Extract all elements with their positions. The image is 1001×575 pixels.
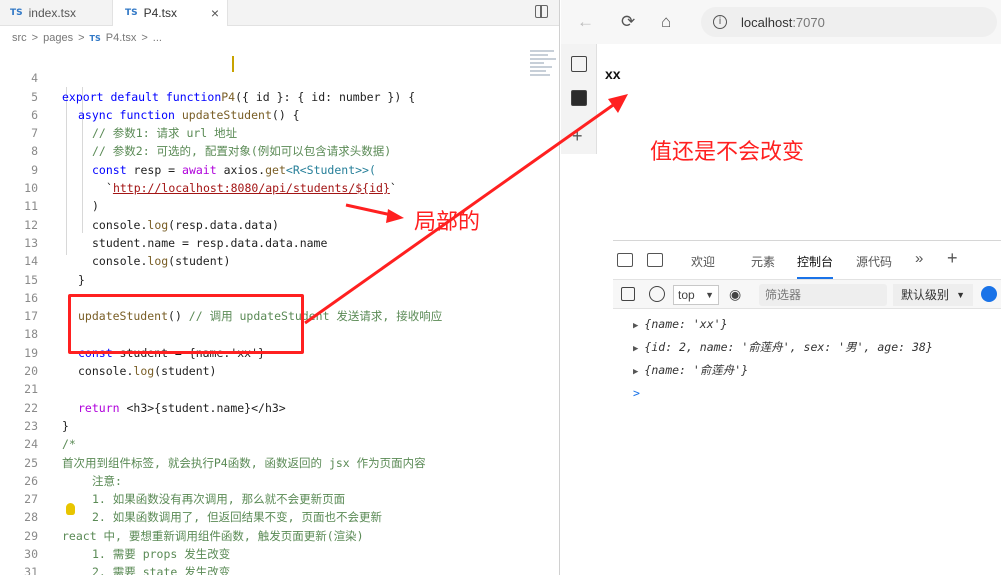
clear-console-icon[interactable] bbox=[649, 286, 665, 302]
filter-input[interactable]: 筛选器 bbox=[759, 284, 887, 306]
tab-sources[interactable]: 源代码 bbox=[856, 253, 892, 270]
typescript-icon: TS bbox=[10, 8, 23, 18]
tab-elements[interactable]: 元素 bbox=[751, 253, 775, 270]
close-icon[interactable]: × bbox=[211, 5, 219, 21]
code-line: 16 updateStudent() // 调用 updateStudent 发… bbox=[0, 271, 556, 323]
tab-label: P4.tsx bbox=[143, 6, 177, 20]
back-arrow-icon[interactable]: ← bbox=[577, 12, 594, 32]
chevron-down-icon: ▼ bbox=[956, 290, 965, 300]
tab-index-tsx[interactable]: TS index.tsx bbox=[10, 0, 110, 26]
device-toolbar-icon[interactable] bbox=[617, 253, 633, 267]
expand-triangle-icon: ▶ bbox=[633, 367, 639, 377]
expand-triangle-icon: ▶ bbox=[633, 344, 639, 354]
annotation-local: 局部的 bbox=[414, 210, 481, 235]
code-line: 15 bbox=[0, 252, 556, 287]
sidebar-toggle-icon[interactable] bbox=[621, 287, 635, 301]
inspect-icon[interactable] bbox=[647, 253, 663, 267]
console-prompt[interactable]: > bbox=[633, 382, 933, 405]
chevron-right-icon: > bbox=[78, 32, 85, 44]
tab-welcome[interactable]: 欢迎 bbox=[691, 253, 715, 270]
breadcrumb-item[interactable]: ... bbox=[153, 32, 162, 44]
editor-tab-bar: TS index.tsx TS P4.tsx × bbox=[0, 0, 559, 26]
code-line: 7 // 参数2: 可选的, 配置对象(例如可以包含请求头数据) bbox=[0, 106, 556, 158]
annotation-unchanged: 值还是不会改变 bbox=[650, 140, 805, 165]
issues-badge[interactable] bbox=[981, 286, 997, 302]
devtools-tab-bar: 欢迎 元素 控制台 源代码 » + bbox=[613, 241, 1001, 279]
chevron-right-icon: > bbox=[141, 32, 148, 44]
eye-icon[interactable]: ◉ bbox=[729, 286, 741, 303]
log-level-select[interactable]: 默认级别 ▼ bbox=[893, 284, 973, 306]
context-select[interactable]: top ▼ bbox=[673, 285, 719, 305]
lightbulb-icon[interactable] bbox=[66, 503, 75, 515]
breadcrumb: src > pages > TS P4.tsx > ... bbox=[12, 32, 162, 44]
browser-toolbar: ← ⟳ ⌂ i localhost:7070 bbox=[561, 0, 1001, 44]
text-cursor bbox=[232, 56, 234, 72]
highlight-box bbox=[68, 294, 304, 354]
console-output: ▶ {name: 'xx'} ▶ {id: 2, name: '俞莲舟', sex:… bbox=[633, 313, 933, 405]
code-line: 27 2. 如果函数调用了, 但返回结果不变, 页面也不会更新 bbox=[0, 472, 556, 524]
tab-label: index.tsx bbox=[28, 6, 76, 20]
tabs-icon[interactable] bbox=[571, 56, 587, 72]
breadcrumb-item[interactable]: P4.tsx bbox=[106, 32, 137, 44]
devtools-panel: 欢迎 元素 控制台 源代码 » + top ▼ ◉ 筛选器 默认级别 ▼ ▶ {n… bbox=[613, 240, 1001, 575]
add-tab-icon[interactable]: + bbox=[947, 248, 958, 269]
code-line: 6 // 参数1: 请求 url 地址 bbox=[0, 88, 556, 140]
code-line: 10 ) bbox=[0, 161, 556, 213]
add-icon[interactable]: + bbox=[572, 126, 583, 147]
chevron-down-icon: ▼ bbox=[705, 290, 714, 300]
code-line: 21 return <h3>{student.name}</h3> bbox=[0, 362, 556, 414]
console-filter-bar: top ▼ ◉ 筛选器 默认级别 ▼ bbox=[613, 279, 1001, 309]
code-line: 5 async function updateStudent() { bbox=[0, 69, 556, 122]
more-tabs-icon[interactable]: » bbox=[915, 250, 923, 267]
page-heading: xx bbox=[605, 66, 621, 82]
code-editor[interactable]: TS index.tsx TS P4.tsx × src > pages > T… bbox=[0, 0, 560, 575]
home-icon[interactable]: ⌂ bbox=[661, 12, 671, 32]
chevron-right-icon: > bbox=[31, 32, 39, 44]
devtools-app-icon[interactable] bbox=[571, 90, 587, 106]
code-line: 4 export default functionP4({ id }: { id… bbox=[0, 51, 556, 103]
browser-window: ← ⟳ ⌂ i localhost:7070 + xx 欢迎 元素 控制台 源代… bbox=[561, 0, 1001, 575]
typescript-icon: TS bbox=[125, 8, 138, 18]
browser-sidebar: + bbox=[561, 44, 597, 154]
url-host: localhost bbox=[741, 14, 793, 30]
code-line: 14 } bbox=[0, 234, 556, 286]
code-line: 23 /* bbox=[0, 399, 556, 451]
code-line: 25 注意: bbox=[0, 435, 556, 488]
code-line: 24 首次用到组件标签, 就会执行P4函数, 函数返回的 jsx 作为页面内容 bbox=[0, 417, 556, 469]
code-line: 9 `http://localhost:8080/api/students/${… bbox=[0, 142, 556, 195]
breadcrumb-item[interactable]: src bbox=[12, 32, 27, 44]
code-line: 22 } bbox=[0, 380, 556, 433]
code-line: 29 1. 需要 props 发生改变 bbox=[0, 508, 556, 561]
typescript-icon: TS bbox=[89, 33, 101, 43]
tab-p4-tsx[interactable]: TS P4.tsx × bbox=[112, 0, 228, 26]
console-log-entry[interactable]: ▶ {name: '俞莲舟'} bbox=[633, 359, 933, 382]
url-port: :7070 bbox=[792, 14, 825, 30]
code-line: 32 bbox=[0, 563, 556, 575]
expand-triangle-icon: ▶ bbox=[633, 321, 639, 331]
tab-console[interactable]: 控制台 bbox=[797, 253, 834, 279]
code-line: 30 2. 需要 state 发生改变 bbox=[0, 527, 556, 575]
address-bar[interactable]: i localhost:7070 bbox=[701, 7, 997, 37]
code-line: 26 1. 如果函数没有再次调用, 那么就不会更新页面 bbox=[0, 454, 556, 506]
breadcrumb-item[interactable]: pages bbox=[43, 32, 73, 44]
console-log-entry[interactable]: ▶ {id: 2, name: '俞莲舟', sex: '男', age: 38} bbox=[633, 336, 933, 359]
split-editor-icon[interactable] bbox=[535, 5, 548, 18]
code-line: 11 console.log(resp.data.data) bbox=[0, 179, 556, 231]
console-log-entry[interactable]: ▶ {name: 'xx'} bbox=[633, 313, 933, 336]
code-line: 8 const resp = await axios.get<R<Student… bbox=[0, 124, 556, 176]
info-icon[interactable]: i bbox=[713, 15, 727, 29]
refresh-icon[interactable]: ⟳ bbox=[621, 12, 635, 32]
code-line: 28 react 中, 要想重新调用组件函数, 触发页面更新(渲染) bbox=[0, 490, 556, 542]
code-line: 31 */ bbox=[0, 545, 556, 575]
